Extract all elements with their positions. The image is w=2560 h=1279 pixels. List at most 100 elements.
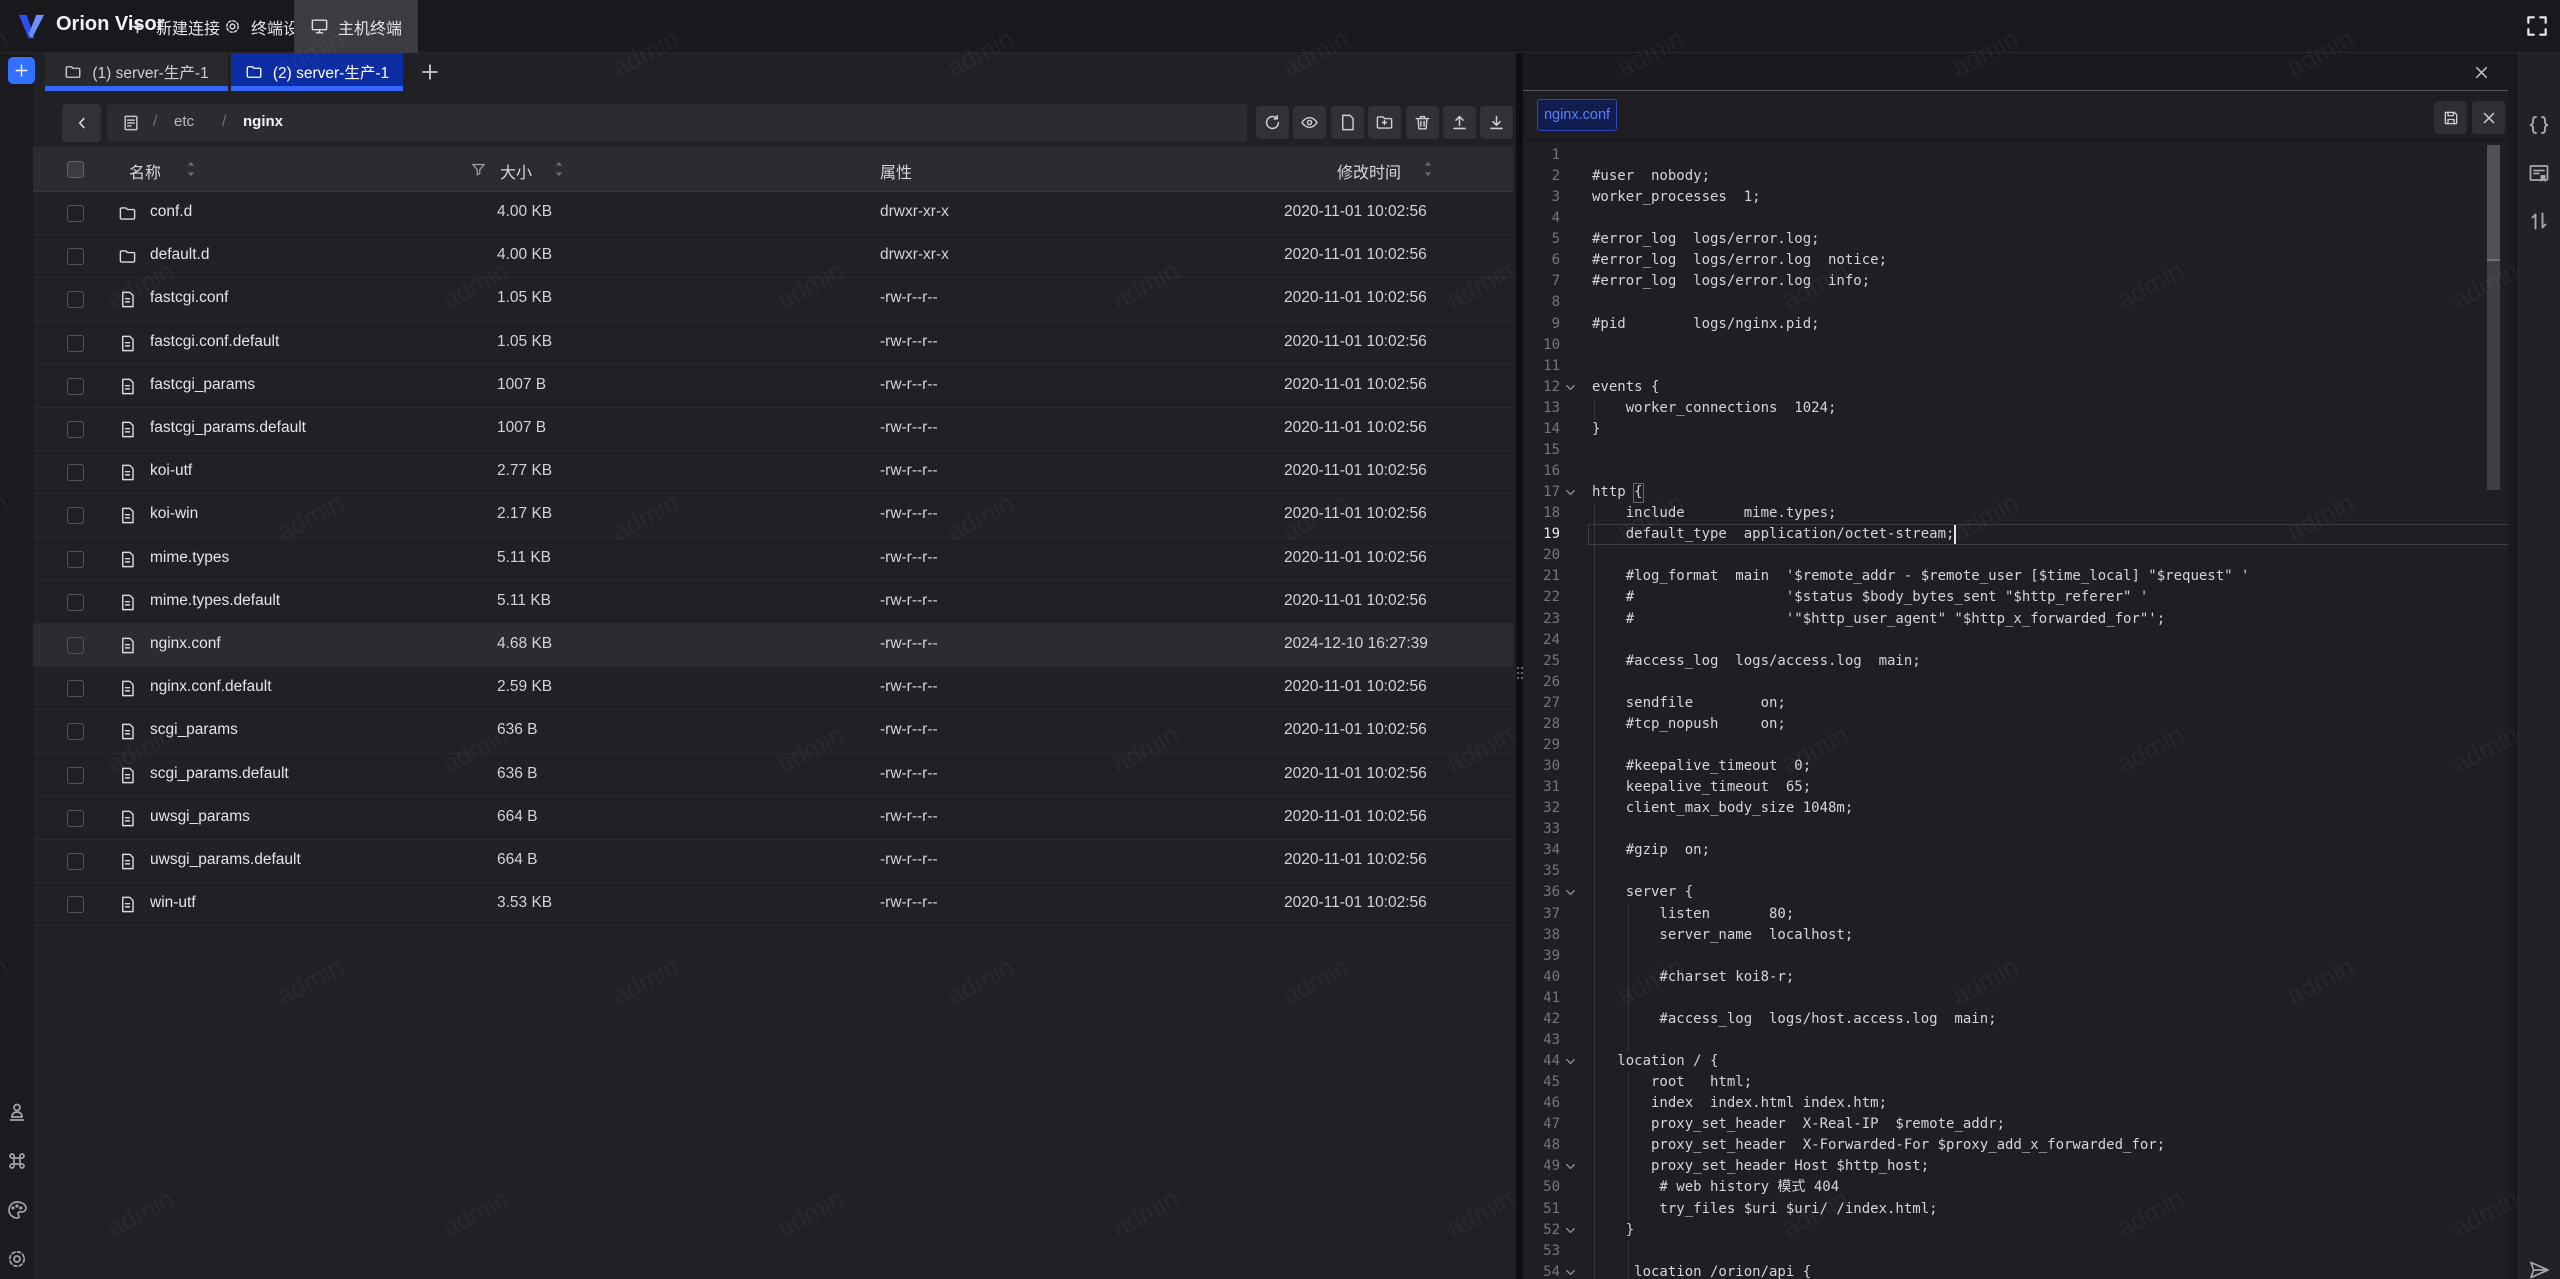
row-checkbox[interactable] <box>67 680 84 697</box>
back-button[interactable] <box>62 104 101 142</box>
close-panel-button[interactable] <box>2466 57 2496 87</box>
row-checkbox[interactable] <box>67 421 84 438</box>
new-tab-primary-button[interactable] <box>8 57 35 84</box>
row-checkbox[interactable] <box>67 810 84 827</box>
refresh-button[interactable] <box>1256 106 1289 139</box>
row-checkbox[interactable] <box>67 378 84 395</box>
table-row-nginx.conf[interactable]: nginx.conf4.68 KB-rw-r--r--2024-12-10 16… <box>33 624 1513 667</box>
table-row-fastcgi_params.default[interactable]: fastcgi_params.default1007 B-rw-r--r--20… <box>33 408 1513 451</box>
send-icon[interactable] <box>2527 1258 2551 1279</box>
fold-chevron-down-icon[interactable] <box>1563 885 1578 900</box>
row-checkbox[interactable] <box>67 205 84 222</box>
table-row-nginx.conf.default[interactable]: nginx.conf.default2.59 KB-rw-r--r--2020-… <box>33 667 1513 710</box>
new-folder-button[interactable] <box>1368 106 1401 139</box>
table-row-scgi_params[interactable]: scgi_params636 B-rw-r--r--2020-11-01 10:… <box>33 710 1513 753</box>
editor-scrollbar[interactable] <box>2487 145 2500 259</box>
row-checkbox[interactable] <box>67 767 84 784</box>
line-number: 17 <box>1523 482 1560 503</box>
menu-host-terminal[interactable]: 主机终端 <box>294 0 418 53</box>
braces-icon[interactable] <box>2527 113 2551 137</box>
row-checkbox[interactable] <box>67 896 84 913</box>
close-editor-button[interactable] <box>2472 101 2505 134</box>
table-row-conf.d[interactable]: conf.d4.00 KBdrwxr-xr-x2020-11-01 10:02:… <box>33 192 1513 235</box>
row-checkbox[interactable] <box>67 248 84 265</box>
row-checkbox[interactable] <box>67 594 84 611</box>
editor-scrollbar[interactable] <box>2487 261 2500 490</box>
row-checkbox[interactable] <box>67 291 84 308</box>
monitor-icon <box>310 17 329 36</box>
sort-icon[interactable] <box>1421 160 1435 178</box>
table-row-mime.types.default[interactable]: mime.types.default5.11 KB-rw-r--r--2020-… <box>33 581 1513 624</box>
download-button[interactable] <box>1480 106 1513 139</box>
table-row-uwsgi_params.default[interactable]: uwsgi_params.default664 B-rw-r--r--2020-… <box>33 840 1513 883</box>
fold-chevron-down-icon[interactable] <box>1563 485 1578 500</box>
sort-order-icon[interactable] <box>2527 209 2551 233</box>
column-header-size[interactable]: 大小 <box>500 159 532 183</box>
line-number: 1 <box>1523 145 1560 166</box>
table-row-koi-win[interactable]: koi-win2.17 KB-rw-r--r--2020-11-01 10:02… <box>33 494 1513 537</box>
line-number: 15 <box>1523 440 1560 461</box>
line-number: 20 <box>1523 545 1560 566</box>
row-checkbox[interactable] <box>67 335 84 352</box>
document-bookmark-icon[interactable] <box>2527 162 2551 186</box>
save-button[interactable] <box>2434 101 2467 134</box>
fold-chevron-down-icon[interactable] <box>1563 1054 1578 1069</box>
plus-icon <box>128 17 147 36</box>
line-number: 8 <box>1523 292 1560 313</box>
file-mtime: 2020-11-01 10:02:56 <box>1284 203 1427 221</box>
table-row-scgi_params.default[interactable]: scgi_params.default636 B-rw-r--r--2020-1… <box>33 754 1513 797</box>
upload-button[interactable] <box>1443 106 1476 139</box>
table-row-mime.types[interactable]: mime.types5.11 KB-rw-r--r--2020-11-01 10… <box>33 538 1513 581</box>
table-row-fastcgi_params[interactable]: fastcgi_params1007 B-rw-r--r--2020-11-01… <box>33 365 1513 408</box>
row-checkbox[interactable] <box>67 637 84 654</box>
code-line: root html; <box>1592 1072 1752 1093</box>
table-row-win-utf[interactable]: win-utf3.53 KB-rw-r--r--2020-11-01 10:02… <box>33 883 1513 926</box>
code-line: #gzip on; <box>1592 840 1710 861</box>
file-attr: -rw-r--r-- <box>880 376 938 394</box>
row-checkbox[interactable] <box>67 853 84 870</box>
file-name: mime.types <box>150 549 229 567</box>
fold-chevron-down-icon[interactable] <box>1563 380 1578 395</box>
code-line: } <box>1592 1220 1634 1241</box>
file-icon <box>118 636 137 655</box>
user-icon[interactable] <box>5 1100 29 1124</box>
table-row-fastcgi.conf[interactable]: fastcgi.conf1.05 KB-rw-r--r--2020-11-01 … <box>33 278 1513 321</box>
breadcrumb-segment-etc[interactable]: etc <box>174 113 194 130</box>
column-header-mtime[interactable]: 修改时间 <box>1337 159 1401 183</box>
row-checkbox[interactable] <box>67 723 84 740</box>
line-number: 18 <box>1523 503 1560 524</box>
breadcrumb-segment-nginx[interactable]: nginx <box>243 113 283 130</box>
delete-icon <box>1413 113 1432 132</box>
file-attr: -rw-r--r-- <box>880 549 938 567</box>
delete-button[interactable] <box>1406 106 1439 139</box>
code-editor[interactable]: 12#user nobody;3worker_processes 1;45#er… <box>1523 140 2508 1279</box>
row-checkbox[interactable] <box>67 507 84 524</box>
code-line: http { <box>1592 482 1643 503</box>
editor-file-tab[interactable]: nginx.conf <box>1537 99 1617 131</box>
row-checkbox[interactable] <box>67 551 84 568</box>
select-all-checkbox[interactable] <box>67 161 84 178</box>
filter-funnel-icon[interactable] <box>470 161 487 178</box>
sort-icon[interactable] <box>184 160 198 178</box>
command-icon[interactable] <box>5 1149 29 1173</box>
new-file-button[interactable] <box>1331 106 1364 139</box>
table-row-fastcgi.conf.default[interactable]: fastcgi.conf.default1.05 KB-rw-r--r--202… <box>33 322 1513 365</box>
fold-chevron-down-icon[interactable] <box>1563 1223 1578 1238</box>
table-row-uwsgi_params[interactable]: uwsgi_params664 B-rw-r--r--2020-11-01 10… <box>33 797 1513 840</box>
fullscreen-icon[interactable] <box>2524 13 2550 39</box>
fold-chevron-down-icon[interactable] <box>1563 1265 1578 1279</box>
line-number: 26 <box>1523 672 1560 693</box>
preview-button[interactable] <box>1293 106 1326 139</box>
sort-icon[interactable] <box>552 160 566 178</box>
settings-gear-icon[interactable] <box>5 1247 29 1271</box>
file-size: 4.00 KB <box>497 246 552 264</box>
palette-icon[interactable] <box>5 1198 29 1222</box>
table-row-koi-utf[interactable]: koi-utf2.77 KB-rw-r--r--2020-11-01 10:02… <box>33 451 1513 494</box>
fold-chevron-down-icon[interactable] <box>1563 1159 1578 1174</box>
add-tab-icon[interactable] <box>419 61 441 83</box>
row-checkbox[interactable] <box>67 464 84 481</box>
server-root-icon[interactable] <box>121 113 141 133</box>
file-name: uwsgi_params <box>150 808 250 826</box>
table-row-default.d[interactable]: default.d4.00 KBdrwxr-xr-x2020-11-01 10:… <box>33 235 1513 278</box>
column-header-name[interactable]: 名称 <box>129 159 161 183</box>
